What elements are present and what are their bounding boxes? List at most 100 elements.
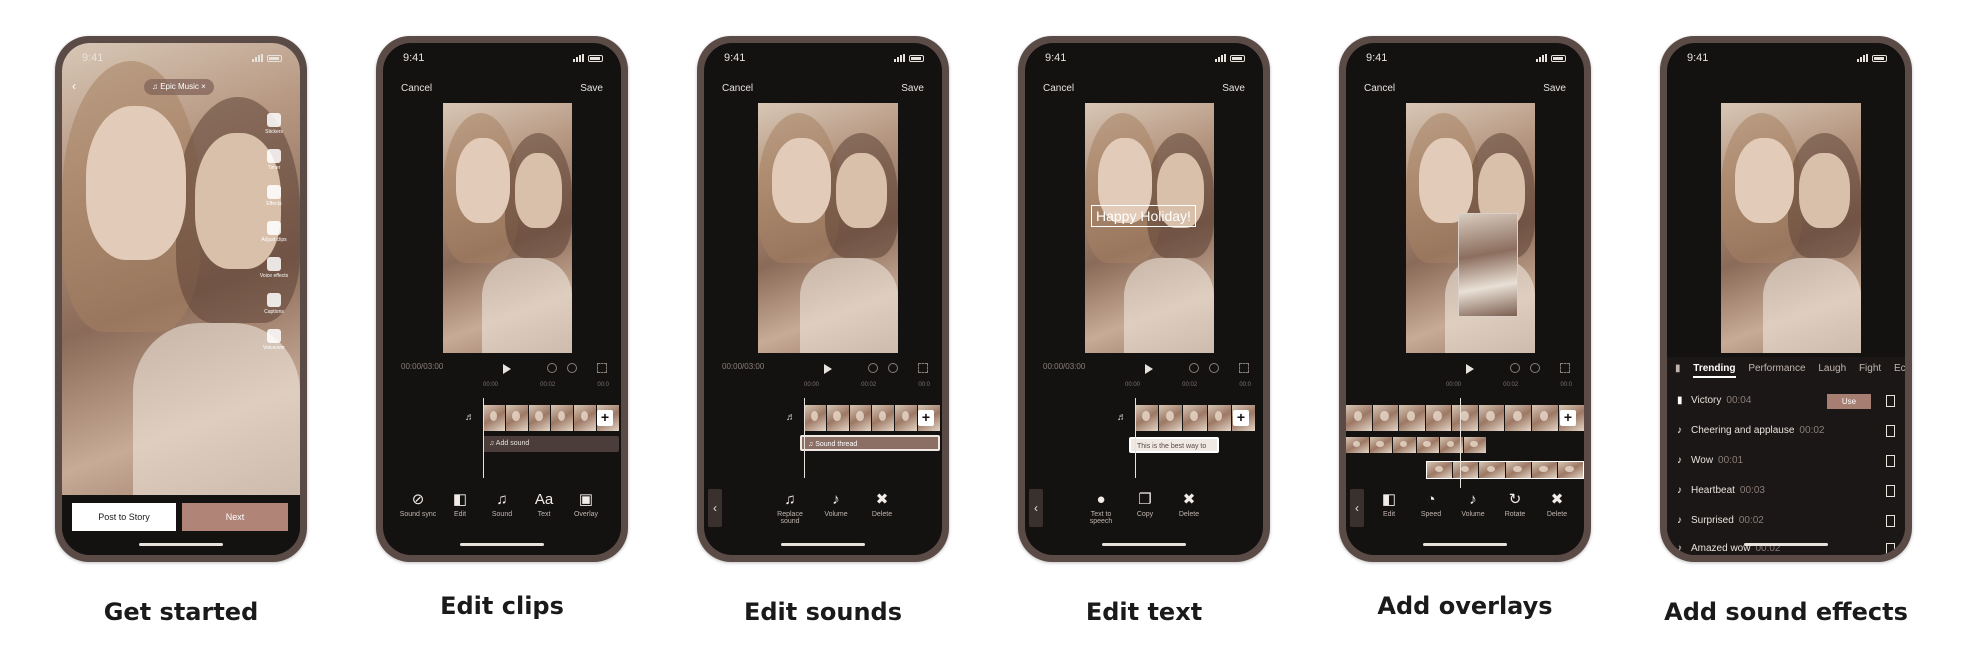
sound-effect-row[interactable]: ♪ Cheering and applause 00:02	[1677, 421, 1895, 441]
signal-icon	[1857, 54, 1868, 62]
copy-tool[interactable]: ❐ Copy	[1123, 491, 1167, 525]
adjust-clips-icon[interactable]	[267, 221, 281, 235]
music-note-icon: ♪	[1677, 455, 1682, 466]
edit-tool[interactable]: ◧ Edit	[439, 491, 481, 518]
play-icon[interactable]	[503, 364, 511, 374]
tab-fight[interactable]: Fight	[1859, 363, 1881, 374]
playhead[interactable]	[1460, 398, 1461, 488]
cancel-button[interactable]: Cancel	[401, 83, 432, 94]
bookmark-tab-icon[interactable]: ▮	[1675, 363, 1681, 374]
add-clip-button[interactable]: +	[1233, 410, 1249, 426]
text-overlay[interactable]: Happy Holiday!	[1091, 205, 1196, 227]
overlay-tool[interactable]: ▣ Overlay	[565, 491, 607, 518]
delete-tool[interactable]: ✖ Delete	[1167, 491, 1211, 525]
edit-tool[interactable]: ◧ Edit	[1368, 491, 1410, 518]
copy-icon: ❐	[1138, 491, 1152, 508]
bookmark-icon[interactable]	[1886, 455, 1895, 467]
sound-effect-row[interactable]: ♪ Wow 00:01	[1677, 451, 1895, 471]
captions-icon[interactable]	[267, 293, 281, 307]
sound-effect-row[interactable]: ♪ Amazed wow 00:02	[1677, 539, 1895, 555]
add-clip-button[interactable]: +	[1560, 410, 1576, 426]
overlay-image[interactable]	[1458, 213, 1518, 317]
bookmark-icon[interactable]	[1886, 425, 1895, 437]
playhead[interactable]	[483, 398, 484, 478]
tab-more[interactable]: Ec	[1894, 363, 1905, 374]
voiceover-icon[interactable]	[267, 329, 281, 343]
sound-effect-row[interactable]: ♪ Surprised 00:02	[1677, 511, 1895, 531]
timeline-ruler: 00:00 00:02 00:0	[483, 382, 609, 388]
sound-effect-row[interactable]: ▮ Victory 00:04 Use	[1677, 391, 1895, 411]
tab-laugh[interactable]: Laugh	[1818, 363, 1846, 374]
fullscreen-icon[interactable]	[1239, 363, 1249, 373]
use-button[interactable]: Use	[1827, 394, 1871, 409]
bookmark-icon[interactable]	[1886, 515, 1895, 527]
delete-tool[interactable]: ✖ Delete	[1536, 491, 1578, 518]
tab-performance[interactable]: Performance	[1748, 363, 1805, 374]
save-button[interactable]: Save	[1222, 83, 1245, 94]
voice-effects-icon[interactable]	[267, 257, 281, 271]
volume-tool[interactable]: ♪ Volume	[1452, 491, 1494, 518]
redo-icon[interactable]	[888, 363, 898, 373]
overlay-track-1[interactable]	[1346, 437, 1486, 453]
playhead[interactable]	[1135, 398, 1136, 478]
save-button[interactable]: Save	[1543, 83, 1566, 94]
phone-get-started: 9:41 ‹ ♫ Epic Music × Stickers Timer Eff…	[55, 36, 307, 562]
redo-icon[interactable]	[1530, 363, 1540, 373]
replace-sound-tool[interactable]: ♫ Replace sound	[768, 491, 812, 525]
play-icon[interactable]	[824, 364, 832, 374]
speaker-icon[interactable]: ♬	[786, 413, 798, 423]
cancel-button[interactable]: Cancel	[722, 83, 753, 94]
text-to-speech-tool[interactable]: ● Text to speech	[1079, 491, 1123, 525]
undo-icon[interactable]	[1510, 363, 1520, 373]
text-track-selected[interactable]: This is the best way to	[1129, 437, 1219, 453]
fullscreen-icon[interactable]	[1560, 363, 1570, 373]
rotate-tool[interactable]: ↻ Rotate	[1494, 491, 1536, 518]
trash-icon: ✖	[1182, 491, 1196, 508]
volume-tool[interactable]: ♪ Volume	[814, 491, 858, 525]
fullscreen-icon[interactable]	[918, 363, 928, 373]
save-button[interactable]: Save	[901, 83, 924, 94]
post-to-story-button[interactable]: Post to Story	[72, 503, 176, 531]
speed-tool[interactable]: ◔ Speed	[1410, 491, 1452, 518]
speaker-icon[interactable]: ♬	[465, 413, 477, 423]
add-clip-button[interactable]: +	[597, 410, 613, 426]
video-preview	[1721, 103, 1861, 353]
add-sound-track[interactable]: ♫ Add sound	[483, 436, 619, 452]
undo-icon[interactable]	[1189, 363, 1199, 373]
timeline-ruler: 00:00 00:02 00:0	[804, 382, 930, 388]
play-icon[interactable]	[1466, 364, 1474, 374]
playhead[interactable]	[804, 398, 805, 478]
bookmark-icon[interactable]	[1886, 395, 1895, 407]
cancel-button[interactable]: Cancel	[1043, 83, 1074, 94]
back-icon[interactable]: ‹	[72, 79, 76, 93]
save-button[interactable]: Save	[580, 83, 603, 94]
undo-icon[interactable]	[547, 363, 557, 373]
sound-tool[interactable]: ♫ Sound	[481, 491, 523, 518]
close-icon[interactable]: ×	[201, 82, 206, 91]
sticker-icon[interactable]	[267, 113, 281, 127]
bookmark-icon[interactable]	[1886, 485, 1895, 497]
rotate-icon: ↻	[1508, 491, 1522, 508]
text-tool[interactable]: Aa Text	[523, 491, 565, 518]
fullscreen-icon[interactable]	[597, 363, 607, 373]
effects-icon[interactable]	[267, 185, 281, 199]
speaker-icon[interactable]: ♬	[1117, 413, 1129, 423]
cancel-button[interactable]: Cancel	[1364, 83, 1395, 94]
delete-tool[interactable]: ✖ Delete	[860, 491, 904, 525]
redo-icon[interactable]	[1209, 363, 1219, 373]
sound-sync-tool[interactable]: ⊘ Sound sync	[397, 491, 439, 518]
redo-icon[interactable]	[567, 363, 577, 373]
undo-icon[interactable]	[868, 363, 878, 373]
overlay-track-2[interactable]	[1426, 461, 1584, 479]
sound-effect-row[interactable]: ♪ Heartbeat 00:03	[1677, 481, 1895, 501]
sound-track-selected[interactable]: ♫ Sound thread	[800, 435, 940, 451]
clip-strip[interactable]	[1346, 405, 1584, 431]
next-button[interactable]: Next	[182, 503, 288, 531]
play-icon[interactable]	[1145, 364, 1153, 374]
music-pill[interactable]: ♫ Epic Music ×	[144, 79, 214, 95]
timer-icon[interactable]	[267, 149, 281, 163]
signal-icon	[894, 54, 905, 62]
add-clip-button[interactable]: +	[918, 410, 934, 426]
bookmark-icon[interactable]	[1886, 543, 1895, 555]
tab-trending[interactable]: Trending	[1693, 363, 1736, 378]
